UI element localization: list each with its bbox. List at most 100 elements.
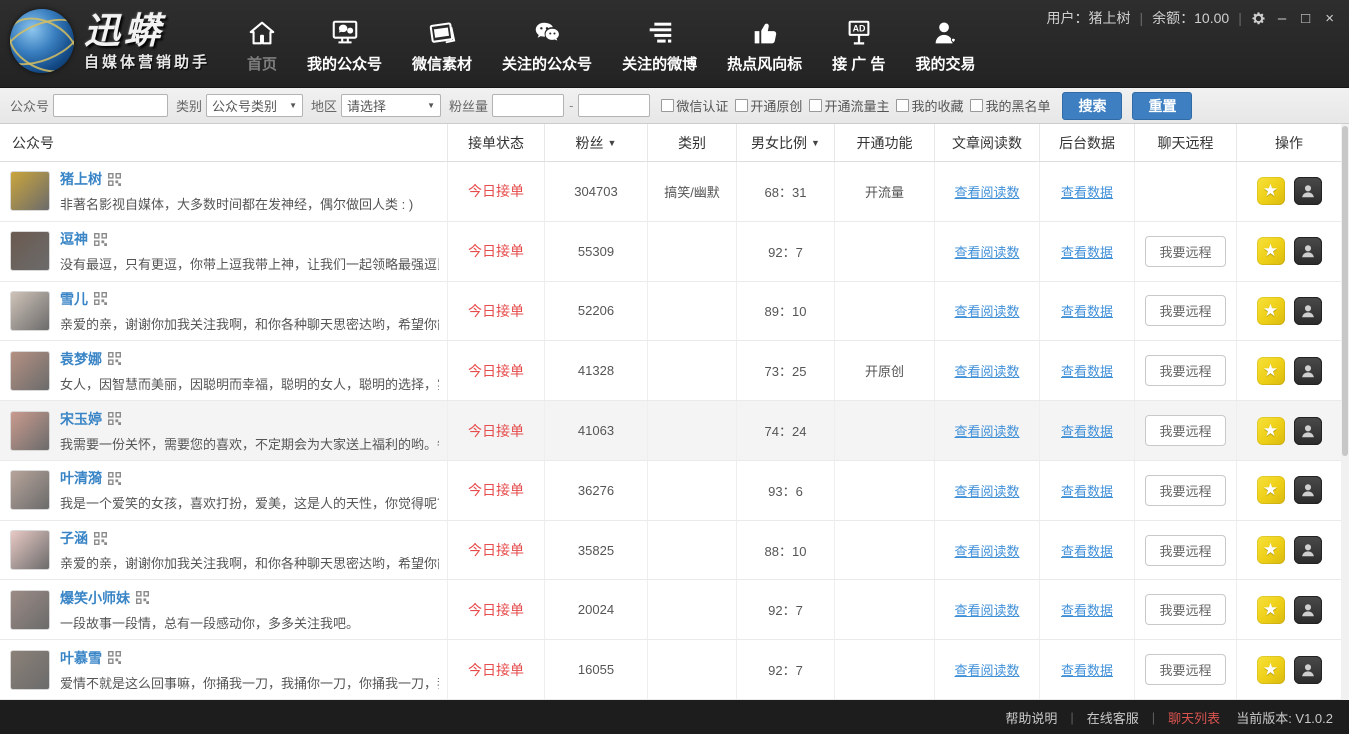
nav-item-my-trades[interactable]: 我的交易 [900,14,990,74]
remote-button[interactable]: 我要远程 [1145,295,1225,326]
view-data-link[interactable]: 查看数据 [1061,481,1113,500]
favorite-star-button[interactable]: ★ [1257,357,1285,385]
nav-item-hot-trends[interactable]: 热点风向标 [712,14,817,74]
remote-button[interactable]: 我要远程 [1145,475,1225,506]
account-name-link[interactable]: 袁梦娜 [60,349,102,369]
qr-code-icon[interactable] [108,651,121,664]
account-name-link[interactable]: 猪上树 [60,169,102,189]
remote-button[interactable]: 我要远程 [1145,355,1225,386]
checkbox[interactable] [896,99,909,112]
contact-person-button[interactable] [1294,656,1322,684]
remote-button[interactable]: 我要远程 [1145,654,1225,685]
region-select[interactable]: 请选择 ▼ [341,94,441,117]
column-header-0[interactable]: 公众号 [0,124,448,161]
qr-code-icon[interactable] [108,412,121,425]
view-reads-link[interactable]: 查看阅读数 [954,541,1019,560]
column-header-9[interactable]: 操作 [1237,124,1341,161]
view-reads-link[interactable]: 查看阅读数 [954,242,1019,261]
favorite-star-button[interactable]: ★ [1257,177,1285,205]
sort-desc-icon[interactable]: ▼ [608,138,617,148]
checkbox[interactable] [970,99,983,112]
qr-code-icon[interactable] [108,352,121,365]
account-search-input[interactable] [53,94,168,117]
nav-item-home[interactable]: 首页 [232,14,292,74]
account-name-link[interactable]: 宋玉婷 [60,409,102,429]
remote-button[interactable]: 我要远程 [1145,236,1225,267]
close-button[interactable]: × [1322,10,1337,27]
view-reads-link[interactable]: 查看阅读数 [954,481,1019,500]
account-name-link[interactable]: 逗神 [60,229,88,249]
account-name-link[interactable]: 雪儿 [60,289,88,309]
settings-gear-icon[interactable] [1251,11,1266,26]
contact-person-button[interactable] [1294,596,1322,624]
favorite-star-button[interactable]: ★ [1257,417,1285,445]
view-reads-link[interactable]: 查看阅读数 [954,301,1019,320]
nav-item-my-official-accounts[interactable]: 我的公众号 [292,14,397,74]
contact-person-button[interactable] [1294,237,1322,265]
view-reads-link[interactable]: 查看阅读数 [954,421,1019,440]
nav-item-take-ads[interactable]: AD 接 广 告 [817,14,900,74]
column-header-6[interactable]: 文章阅读数 [935,124,1040,161]
column-header-4[interactable]: 男女比例 ▼ [737,124,835,161]
qr-code-icon[interactable] [108,173,121,186]
checkbox[interactable] [809,99,822,112]
view-data-link[interactable]: 查看数据 [1061,361,1113,380]
scrollbar-thumb[interactable] [1342,126,1348,456]
favorite-star-button[interactable]: ★ [1257,656,1285,684]
category-select[interactable]: 公众号类别 ▼ [206,94,303,117]
footer-link-2[interactable]: 聊天列表 [1168,708,1220,727]
view-data-link[interactable]: 查看数据 [1061,660,1113,679]
account-name-link[interactable]: 叶慕雪 [60,648,102,668]
filter-checkbox-3[interactable]: 我的收藏 [896,96,963,115]
favorite-star-button[interactable]: ★ [1257,237,1285,265]
footer-link-1[interactable]: 在线客服 [1087,708,1139,727]
column-header-2[interactable]: 粉丝 ▼ [545,124,648,161]
favorite-star-button[interactable]: ★ [1257,297,1285,325]
filter-checkbox-1[interactable]: 开通原创 [735,96,802,115]
contact-person-button[interactable] [1294,476,1322,504]
qr-code-icon[interactable] [94,292,107,305]
nav-item-followed-accounts[interactable]: 关注的公众号 [487,14,607,74]
remote-button[interactable]: 我要远程 [1145,415,1225,446]
checkbox[interactable] [735,99,748,112]
qr-code-icon[interactable] [94,532,107,545]
account-name-link[interactable]: 子涵 [60,528,88,548]
fans-max-input[interactable] [578,94,650,117]
contact-person-button[interactable] [1294,177,1322,205]
reset-button[interactable]: 重置 [1132,92,1192,120]
maximize-button[interactable]: □ [1298,10,1313,27]
remote-button[interactable]: 我要远程 [1145,535,1225,566]
minimize-button[interactable]: – [1275,10,1289,27]
favorite-star-button[interactable]: ★ [1257,536,1285,564]
column-header-8[interactable]: 聊天远程 [1135,124,1237,161]
view-reads-link[interactable]: 查看阅读数 [954,182,1019,201]
nav-item-wechat-material[interactable]: 微信素材 [397,14,487,74]
favorite-star-button[interactable]: ★ [1257,596,1285,624]
fans-min-input[interactable] [492,94,564,117]
contact-person-button[interactable] [1294,417,1322,445]
account-name-link[interactable]: 爆笑小师妹 [60,588,130,608]
account-name-link[interactable]: 叶清漪 [60,468,102,488]
contact-person-button[interactable] [1294,297,1322,325]
qr-code-icon[interactable] [108,472,121,485]
checkbox[interactable] [661,99,674,112]
view-data-link[interactable]: 查看数据 [1061,301,1113,320]
remote-button[interactable]: 我要远程 [1145,594,1225,625]
nav-item-followed-weibo[interactable]: 关注的微博 [607,14,712,74]
view-data-link[interactable]: 查看数据 [1061,600,1113,619]
vertical-scrollbar[interactable] [1341,124,1349,700]
view-data-link[interactable]: 查看数据 [1061,182,1113,201]
footer-link-0[interactable]: 帮助说明 [1005,708,1057,727]
view-reads-link[interactable]: 查看阅读数 [954,361,1019,380]
contact-person-button[interactable] [1294,357,1322,385]
column-header-7[interactable]: 后台数据 [1040,124,1135,161]
contact-person-button[interactable] [1294,536,1322,564]
view-reads-link[interactable]: 查看阅读数 [954,660,1019,679]
column-header-5[interactable]: 开通功能 [835,124,935,161]
view-data-link[interactable]: 查看数据 [1061,421,1113,440]
view-data-link[interactable]: 查看数据 [1061,242,1113,261]
view-reads-link[interactable]: 查看阅读数 [954,600,1019,619]
column-header-1[interactable]: 接单状态 [448,124,545,161]
favorite-star-button[interactable]: ★ [1257,476,1285,504]
column-header-3[interactable]: 类别 [648,124,737,161]
